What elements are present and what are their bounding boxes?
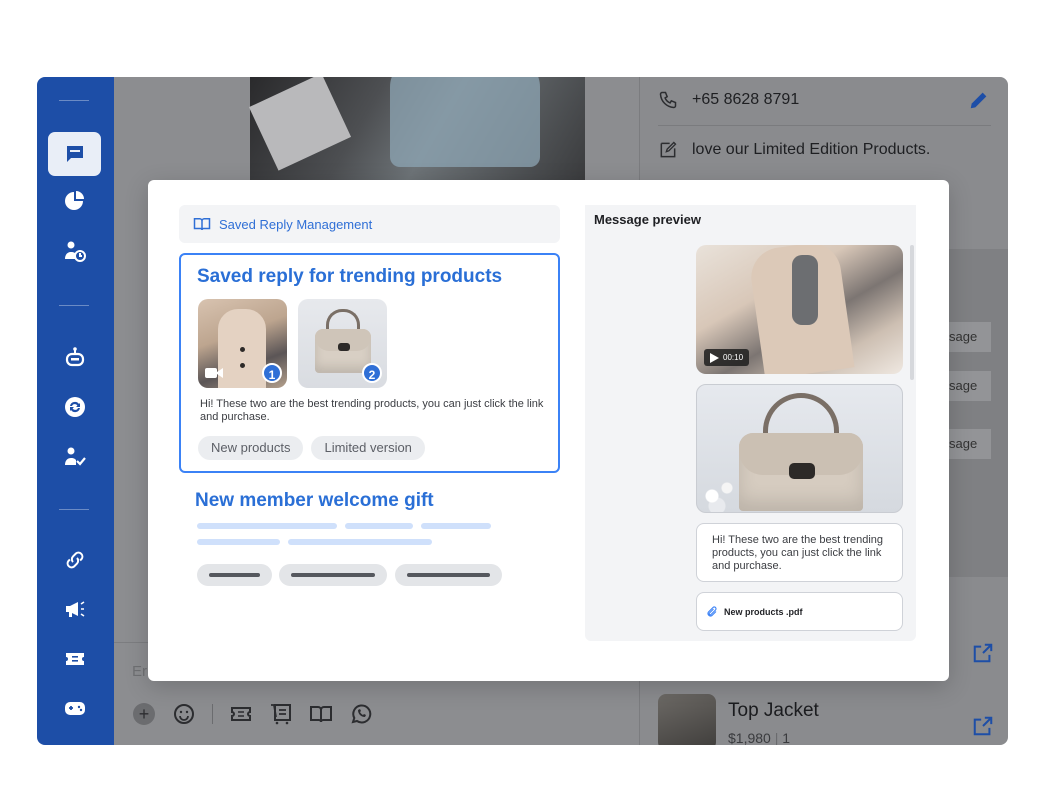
pie-chart-icon — [64, 191, 84, 210]
link-icon — [66, 551, 83, 569]
video-camera-icon — [205, 368, 223, 378]
tag-chip[interactable]: Limited version — [311, 436, 425, 460]
play-icon — [710, 352, 719, 363]
media-order-badge: 2 — [362, 363, 382, 383]
reply-media-image[interactable]: 2 — [298, 299, 387, 388]
external-link-icon[interactable] — [972, 715, 994, 737]
emoji-button[interactable] — [172, 702, 196, 726]
external-link-icon[interactable] — [972, 642, 994, 664]
emoji-icon — [174, 704, 194, 724]
message-preview-title: Message preview — [594, 212, 701, 227]
saved-reply-title-2[interactable]: New member welcome gift — [195, 490, 434, 512]
left-nav-rail — [37, 77, 114, 745]
nav-chat[interactable] — [48, 132, 101, 176]
media-order-badge: 1 — [262, 363, 282, 383]
product-name: Top Jacket — [728, 700, 819, 721]
saved-reply-message: Hi! These two are the best trending prod… — [200, 398, 544, 423]
composer-placeholder: Er — [132, 663, 147, 680]
nav-user-verified[interactable] — [48, 435, 101, 479]
contact-phone-row: +65 8628 8791 — [658, 90, 799, 110]
add-attachment-button[interactable]: + — [132, 702, 156, 726]
preview-scrollbar[interactable] — [910, 245, 914, 380]
note-edit-icon — [660, 141, 677, 158]
toolbar-separator — [212, 704, 213, 724]
edit-pencil-icon[interactable] — [968, 89, 990, 111]
skeleton-line — [197, 523, 337, 529]
megaphone-icon — [65, 601, 84, 617]
video-duration: 00:10 — [723, 353, 744, 362]
saved-reply-modal: Saved Reply Management Saved reply for t… — [148, 180, 949, 681]
preview-image[interactable] — [696, 384, 903, 513]
preview-video[interactable]: 00:10 — [696, 245, 903, 374]
tag-chip[interactable]: New products — [198, 436, 304, 460]
chat-icon — [66, 146, 83, 162]
phone-icon — [659, 91, 677, 109]
contact-phone: +65 8628 8791 — [692, 91, 800, 108]
nav-games[interactable] — [48, 686, 101, 730]
ticket-icon — [65, 653, 84, 665]
skeleton-tag — [197, 564, 272, 586]
whatsapp-button[interactable] — [349, 702, 373, 726]
user-clock-icon — [64, 241, 86, 262]
skeleton-line — [421, 523, 491, 529]
skeleton-line — [197, 539, 280, 545]
nav-sync[interactable] — [48, 385, 101, 429]
product-button[interactable] — [269, 702, 293, 726]
sync-icon — [64, 397, 85, 417]
whatsapp-icon — [351, 704, 372, 724]
contact-note-row: love our Limited Edition Products. — [658, 140, 930, 160]
nav-analytics[interactable] — [48, 179, 101, 223]
divider — [658, 125, 991, 126]
book-icon — [193, 218, 211, 231]
product-price: $1,980 — [728, 730, 771, 745]
coupon-icon — [231, 707, 251, 721]
gamepad-icon — [64, 702, 85, 715]
composer-toolbar: + — [132, 702, 373, 726]
nav-broadcast[interactable] — [48, 587, 101, 631]
message-preview-panel: Message preview 00:10 Hi! These two are … — [585, 205, 916, 641]
nav-divider — [59, 100, 89, 101]
nav-divider — [59, 509, 89, 510]
preview-attachment[interactable]: New products .pdf — [696, 592, 903, 631]
coupon-button[interactable] — [229, 702, 253, 726]
preview-message-bubble: Hi! These two are the best trending prod… — [696, 523, 903, 582]
nav-divider — [59, 305, 89, 306]
saved-reply-header-label: Saved Reply Management — [219, 216, 373, 232]
saved-reply-card-selected[interactable]: Saved reply for trending products 1 2 Hi… — [179, 253, 560, 473]
product-icon — [271, 704, 291, 725]
attachment-name: New products .pdf — [724, 606, 803, 617]
paperclip-icon — [707, 605, 717, 617]
product-card[interactable]: Top Jacket $1,980 | 1 — [658, 694, 819, 745]
product-thumbnail — [658, 694, 716, 745]
product-qty: 1 — [782, 730, 791, 745]
user-check-icon — [64, 447, 86, 466]
nav-bot[interactable] — [48, 335, 101, 379]
skeleton-line — [345, 523, 413, 529]
nav-links[interactable] — [48, 538, 101, 582]
nav-coupons[interactable] — [48, 637, 101, 681]
skeleton-tag — [279, 564, 387, 586]
product-meta: $1,980 | 1 — [728, 730, 791, 745]
video-duration-badge: 00:10 — [704, 349, 750, 366]
contact-note: love our Limited Edition Products. — [692, 141, 931, 158]
robot-icon — [65, 347, 84, 367]
saved-reply-tags: New products Limited version — [198, 436, 425, 460]
skeleton-tag — [395, 564, 502, 586]
saved-reply-icon — [310, 706, 332, 723]
plus-icon: + — [133, 703, 155, 725]
saved-reply-button[interactable] — [309, 702, 333, 726]
skeleton-line — [288, 539, 432, 545]
nav-user-history[interactable] — [48, 229, 101, 273]
reply-media-video[interactable]: 1 — [198, 299, 287, 388]
chat-product-image — [248, 77, 585, 180]
saved-reply-header[interactable]: Saved Reply Management — [179, 205, 560, 243]
saved-reply-title: Saved reply for trending products — [197, 266, 503, 287]
